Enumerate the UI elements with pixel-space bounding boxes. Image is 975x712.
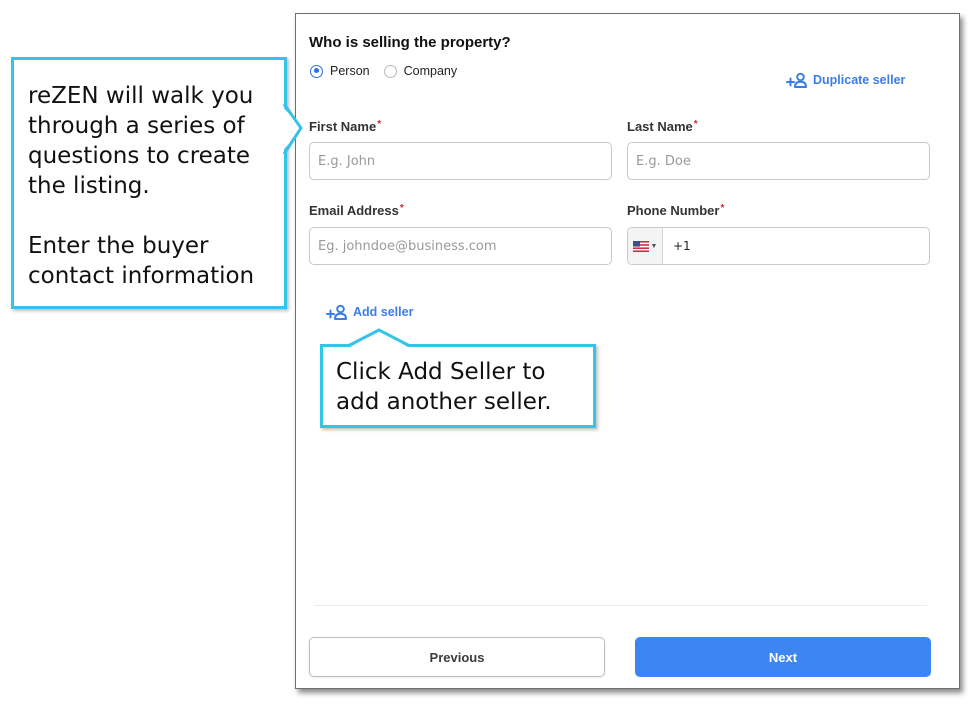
last-name-label: Last Name* <box>627 119 698 134</box>
phone-field[interactable]: ▼ +1 <box>627 227 930 265</box>
required-mark: * <box>720 203 725 214</box>
callout-pointer <box>347 328 411 348</box>
previous-button[interactable]: Previous <box>309 637 605 677</box>
divider <box>314 605 927 606</box>
duplicate-seller-button[interactable]: Duplicate seller <box>786 72 905 88</box>
callout-text-line: questions to create <box>28 143 251 169</box>
phone-country-code: +1 <box>673 239 691 253</box>
last-name-field[interactable] <box>627 142 930 180</box>
page-title: Who is selling the property? <box>309 34 511 51</box>
duplicate-seller-label: Duplicate seller <box>813 73 906 87</box>
callout-text-line: the listing. <box>28 173 150 199</box>
radio-company-label: Company <box>403 64 458 78</box>
first-name-label-text: First Name <box>309 119 377 134</box>
phone-label-text: Phone Number <box>627 203 720 218</box>
callout-text-line: contact information <box>28 263 255 289</box>
required-mark: * <box>377 119 382 130</box>
first-name-label: First Name* <box>309 119 381 134</box>
intro-callout: reZEN will walk you through a series of … <box>11 57 287 309</box>
add-seller-label: Add seller <box>353 305 414 319</box>
radio-person[interactable]: Person <box>310 64 370 78</box>
first-name-field[interactable] <box>309 142 612 180</box>
add-person-icon <box>326 304 347 320</box>
phone-label: Phone Number* <box>627 203 724 218</box>
email-label-text: Email Address <box>309 203 399 218</box>
radio-person-indicator[interactable] <box>310 64 323 78</box>
chevron-down-icon: ▼ <box>650 242 658 250</box>
callout-text-line: Enter the buyer <box>28 233 209 259</box>
add-seller-callout: Click Add Seller to add another seller. <box>320 344 596 428</box>
callout-text-line: through a series of <box>28 113 245 139</box>
radio-company[interactable]: Company <box>383 64 458 78</box>
add-person-icon <box>786 72 807 88</box>
last-name-label-text: Last Name <box>627 119 693 134</box>
required-mark: * <box>399 203 404 214</box>
callout-text-line: Click Add Seller to <box>336 359 546 385</box>
required-mark: * <box>693 119 698 130</box>
callout-text-line: reZEN will walk you <box>28 83 254 109</box>
add-seller-button[interactable]: Add seller <box>326 304 413 320</box>
next-button[interactable]: Next <box>635 637 931 677</box>
callout-text-line: add another seller. <box>336 389 552 415</box>
email-label: Email Address* <box>309 203 404 218</box>
seller-type-radio-group: Person Company <box>310 64 471 78</box>
callout-pointer <box>282 103 303 155</box>
callout-gap <box>28 201 274 231</box>
country-select[interactable]: ▼ <box>628 228 663 264</box>
radio-company-indicator[interactable] <box>383 64 397 78</box>
us-flag-icon <box>632 240 649 252</box>
email-field[interactable] <box>309 227 612 265</box>
radio-person-label: Person <box>330 64 370 78</box>
